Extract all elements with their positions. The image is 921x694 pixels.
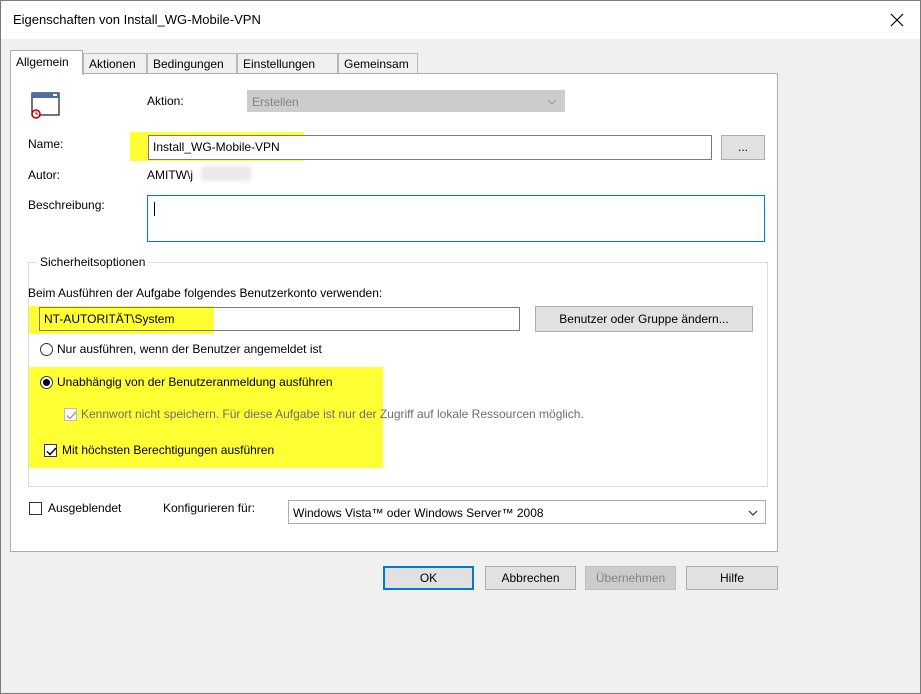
apply-button[interactable]: Übernehmen	[585, 566, 676, 590]
radio-logged-on[interactable]	[40, 343, 53, 356]
name-label: Name:	[28, 137, 64, 151]
highest-privileges-label: Mit höchsten Berechtigungen ausführen	[62, 443, 275, 457]
tab-gemeinsam[interactable]: Gemeinsam	[338, 53, 418, 74]
tab-bedingungen[interactable]: Bedingungen	[147, 53, 237, 74]
task-scheduler-icon	[31, 92, 60, 119]
description-input[interactable]	[147, 195, 765, 242]
checkmark-icon	[66, 411, 77, 420]
change-user-button[interactable]: Benutzer oder Gruppe ändern...	[535, 306, 753, 332]
author-label: Autor:	[28, 168, 61, 182]
configure-value: Windows Vista™ oder Windows Server™ 2008	[293, 506, 544, 520]
close-button[interactable]	[874, 1, 920, 39]
radio-logged-on-label: Nur ausführen, wenn der Benutzer angemel…	[57, 342, 322, 356]
name-input[interactable]: Install_WG-Mobile-VPN	[148, 135, 712, 160]
close-icon	[890, 13, 904, 27]
chevron-down-icon	[748, 510, 758, 516]
title-bar: Eigenschaften von Install_WG-Mobile-VPN	[1, 1, 920, 39]
ok-button[interactable]: OK	[383, 566, 474, 590]
description-label: Beschreibung:	[28, 198, 105, 212]
radio-selected-dot	[43, 379, 50, 386]
name-value: Install_WG-Mobile-VPN	[153, 140, 280, 154]
no-password-label: Kennwort nicht speichern. Für diese Aufg…	[81, 407, 584, 421]
text-caret	[154, 202, 155, 216]
properties-dialog: Eigenschaften von Install_WG-Mobile-VPN …	[0, 0, 921, 694]
help-button[interactable]: Hilfe	[686, 566, 778, 590]
account-value: NT-AUTORITÄT\System	[44, 312, 175, 326]
no-password-checkbox[interactable]	[64, 408, 77, 421]
checkmark-icon	[46, 447, 57, 456]
tab-allgemein[interactable]: Allgemein	[10, 50, 83, 75]
action-value: Erstellen	[252, 95, 299, 109]
radio-independent[interactable]	[40, 376, 53, 389]
browse-button[interactable]: ...	[721, 135, 765, 160]
hidden-checkbox[interactable]	[29, 502, 42, 515]
tab-panel-allgemein: Aktion: Erstellen Name: Install_WG-Mobil…	[10, 73, 778, 552]
configure-combobox[interactable]: Windows Vista™ oder Windows Server™ 2008	[288, 500, 766, 524]
action-combobox[interactable]: Erstellen	[247, 90, 565, 112]
tab-einstellungen[interactable]: Einstellungen	[237, 53, 338, 74]
hidden-label: Ausgeblendet	[48, 501, 122, 515]
author-redaction	[201, 166, 251, 181]
window-title: Eigenschaften von Install_WG-Mobile-VPN	[13, 12, 261, 27]
author-value: AMITW\j	[147, 168, 193, 182]
configure-label: Konfigurieren für:	[163, 501, 256, 515]
action-label: Aktion:	[147, 94, 184, 108]
cancel-button[interactable]: Abbrechen	[485, 566, 576, 590]
highest-privileges-checkbox[interactable]	[44, 444, 57, 457]
tab-aktionen[interactable]: Aktionen	[83, 53, 147, 74]
security-options-legend: Sicherheitsoptionen	[37, 255, 149, 269]
account-input[interactable]: NT-AUTORITÄT\System	[39, 307, 520, 331]
chevron-down-icon	[547, 99, 557, 105]
account-prompt: Beim Ausführen der Aufgabe folgendes Ben…	[28, 286, 383, 300]
radio-independent-label: Unabhängig von der Benutzeranmeldung aus…	[57, 375, 333, 389]
